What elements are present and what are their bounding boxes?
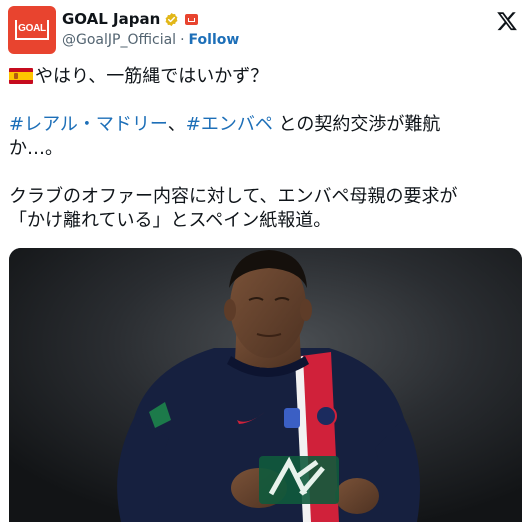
x-logo-icon[interactable]: [496, 10, 518, 32]
verified-badge-icon: [165, 12, 178, 26]
goal-affiliate-icon[interactable]: [185, 13, 199, 25]
tweet-sep: 、: [167, 114, 186, 135]
tweet-line-3: クラブのオファー内容に対して、エンバペ母親の要求が 「かけ離れている」とスペイン…: [9, 186, 458, 231]
tweet-line-1: やはり、一筋縄ではいかず？: [35, 66, 269, 87]
handle[interactable]: @GoalJP_Official: [62, 32, 176, 48]
tweet-text: やはり、一筋縄ではいかず？ #レアル・マドリー、#エンバペ との契約交渉が難航 …: [9, 65, 521, 233]
separator-dot: ·: [180, 32, 185, 48]
follow-button[interactable]: Follow: [189, 32, 240, 48]
player-illustration: [9, 248, 522, 522]
handle-row: @GoalJP_Official · Follow: [62, 32, 239, 48]
hashtag-real-madrid[interactable]: #レアル・マドリー: [9, 114, 168, 135]
tweet-header: GOAL GOAL Japan @GoalJP_Official · Follo…: [8, 6, 522, 56]
hashtag-mbappe[interactable]: #エンバペ: [186, 114, 273, 135]
name-row: GOAL Japan: [62, 9, 199, 29]
avatar-logo-text: GOAL: [15, 20, 49, 40]
spain-flag-icon: [9, 68, 33, 84]
display-name[interactable]: GOAL Japan: [62, 10, 160, 28]
avatar[interactable]: GOAL: [8, 6, 56, 54]
tweet-photo[interactable]: [9, 248, 522, 522]
